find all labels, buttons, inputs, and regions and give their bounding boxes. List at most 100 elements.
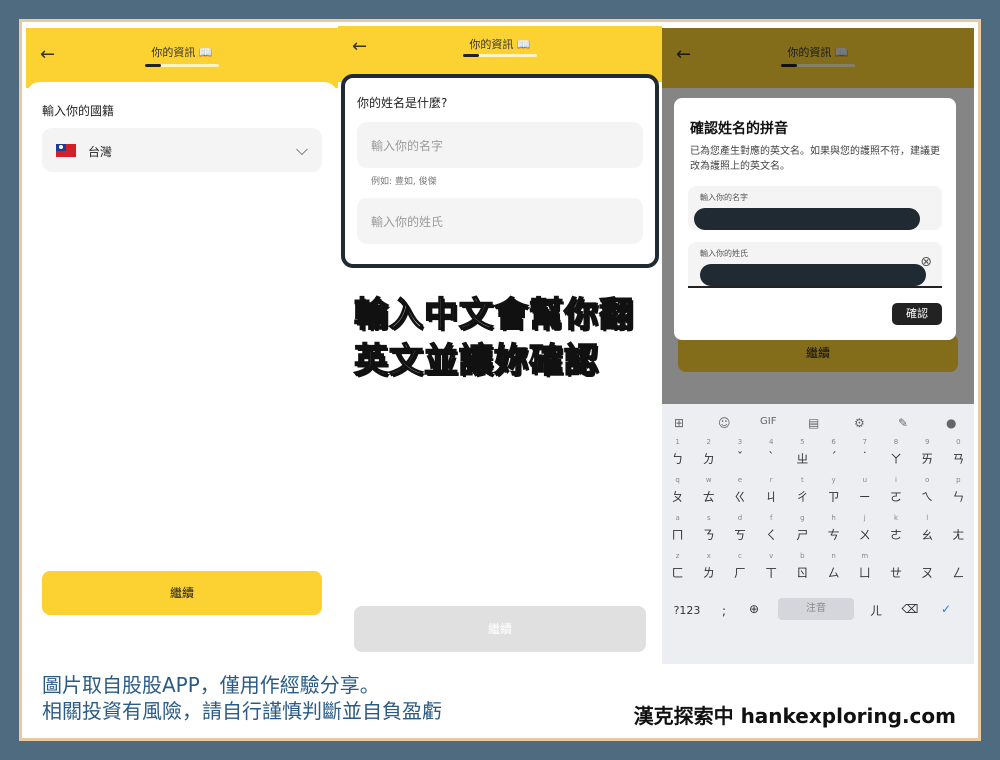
keyboard-key[interactable]: 5ㄓ bbox=[787, 438, 818, 480]
continue-button[interactable]: 繼續 bbox=[42, 571, 322, 615]
key-hint: 5 bbox=[800, 438, 805, 446]
clipboard-icon[interactable]: ▤ bbox=[808, 416, 819, 430]
key-symbol: ㄟ bbox=[921, 490, 934, 504]
keyboard-key[interactable]: sㄋ bbox=[693, 514, 724, 556]
clear-icon[interactable]: ⊗ bbox=[920, 254, 932, 270]
handwriting-icon[interactable]: ✎ bbox=[898, 416, 908, 430]
key-hint: c bbox=[738, 552, 742, 560]
keyboard-key[interactable]: nㄙ bbox=[818, 552, 849, 594]
keyboard-key[interactable]: 2ㄉ bbox=[693, 438, 724, 480]
keyboard-key[interactable]: 4ˋ bbox=[756, 438, 787, 480]
last-name-label: 輸入你的姓氏 bbox=[700, 249, 748, 258]
keyboard-key[interactable]: tㄔ bbox=[787, 476, 818, 518]
key-hint: s bbox=[706, 514, 711, 522]
key-symbol: ㄢ bbox=[952, 452, 965, 466]
keyboard-key[interactable]: oㄟ bbox=[912, 476, 943, 518]
keyboard-key[interactable]: 8ㄚ bbox=[880, 438, 911, 480]
keyboard-key[interactable]: mㄩ bbox=[849, 552, 880, 594]
erhua-key[interactable]: ㄦ bbox=[864, 602, 888, 632]
keyboard-key[interactable]: xㄌ bbox=[693, 552, 724, 594]
semicolon-key[interactable]: ; bbox=[714, 604, 734, 634]
key-hint: j bbox=[863, 514, 866, 522]
key-hint: i bbox=[895, 476, 897, 484]
enter-check-icon[interactable]: ✓ bbox=[934, 602, 958, 632]
key-hint: t bbox=[801, 476, 804, 484]
first-name-placeholder: 輸入你的名字 bbox=[371, 139, 444, 153]
keyboard-key[interactable]: 1ㄅ bbox=[662, 438, 693, 480]
key-symbol: ㄕ bbox=[796, 528, 809, 542]
keyboard-key[interactable]: yㄗ bbox=[818, 476, 849, 518]
header-title: 你的資訊 📖 bbox=[151, 46, 213, 59]
globe-icon[interactable]: ⊕ bbox=[744, 602, 764, 632]
keyboard-key[interactable]: hㄘ bbox=[818, 514, 849, 556]
dialog-first-name-field[interactable]: 輸入你的名字 bbox=[688, 186, 942, 230]
sticker-icon[interactable]: ☺ bbox=[718, 416, 731, 430]
keyboard-key[interactable]: pㄣ bbox=[943, 476, 974, 518]
space-key[interactable]: 注音 bbox=[778, 598, 854, 620]
key-symbol: ˊ bbox=[830, 450, 837, 464]
settings-gear-icon[interactable]: ⚙ bbox=[854, 416, 865, 430]
keyboard-key[interactable]: 3ˇ bbox=[724, 438, 755, 480]
keyboard-toolbar: ⊞ ☺ GIF ▤ ⚙ ✎ ● bbox=[662, 410, 974, 438]
continue-button-disabled[interactable]: 繼續 bbox=[354, 606, 646, 652]
keyboard-key[interactable]: iㄛ bbox=[880, 476, 911, 518]
key-symbol: ㄎ bbox=[733, 528, 746, 542]
keyboard-key[interactable]: jㄨ bbox=[849, 514, 880, 556]
keyboard-key[interactable]: ㄥ bbox=[943, 556, 974, 594]
dialog-last-name-field[interactable]: 輸入你的姓氏 ⊗ bbox=[688, 242, 942, 288]
keyboard-key[interactable]: lㄠ bbox=[912, 514, 943, 556]
keyboard-row: aㄇ sㄋ dㄎ fㄑ gㄕ hㄘ jㄨ kㄜ lㄠ ㄤ bbox=[662, 514, 974, 548]
keyboard-key[interactable]: cㄏ bbox=[724, 552, 755, 594]
key-symbol: ㄘ bbox=[827, 528, 840, 542]
keyboard-key[interactable]: kㄜ bbox=[880, 514, 911, 556]
keyboard-key[interactable]: fㄑ bbox=[756, 514, 787, 556]
key-hint: e bbox=[737, 476, 743, 484]
keyboard-key[interactable]: 9ㄞ bbox=[912, 438, 943, 480]
keyboard-key[interactable]: vㄒ bbox=[756, 552, 787, 594]
apps-grid-icon[interactable]: ⊞ bbox=[674, 416, 684, 430]
first-name-field[interactable]: 輸入你的名字 bbox=[357, 122, 643, 168]
keyboard-key[interactable]: wㄊ bbox=[693, 476, 724, 518]
key-hint: 3 bbox=[737, 438, 743, 446]
key-symbol: ㄖ bbox=[796, 566, 809, 580]
keyboard-key[interactable]: 0ㄢ bbox=[943, 438, 974, 480]
keyboard-key[interactable]: rㄐ bbox=[756, 476, 787, 518]
key-hint: 2 bbox=[706, 438, 712, 446]
keyboard-key[interactable]: bㄖ bbox=[787, 552, 818, 594]
keyboard-key[interactable]: zㄈ bbox=[662, 552, 693, 594]
keyboard-key[interactable]: ㄝ bbox=[880, 556, 911, 594]
name-card: 你的姓名是什麼? 輸入你的名字 例如: 豊如, 俊傑 輸入你的姓氏 bbox=[341, 74, 659, 268]
dialog-title: 確認姓名的拼音 bbox=[690, 121, 788, 137]
app-header: ← 你的資訊 📖 bbox=[26, 28, 338, 88]
last-name-placeholder: 輸入你的姓氏 bbox=[371, 215, 444, 229]
key-hint: q bbox=[675, 476, 680, 484]
brand-label: 漢克探索中 hankexploring.com bbox=[633, 704, 956, 728]
backspace-icon[interactable]: ⌫ bbox=[896, 602, 924, 632]
key-symbol: ˙ bbox=[861, 450, 868, 464]
key-symbol: ㄩ bbox=[858, 566, 871, 580]
last-name-field[interactable]: 輸入你的姓氏 bbox=[357, 198, 643, 244]
disclaimer: 圖片取自股股APP，僅用作經驗分享。 相關投資有風險，請自行謹慎判斷並自負盈虧 bbox=[42, 672, 442, 724]
microphone-icon[interactable]: ● bbox=[946, 416, 956, 430]
gif-icon[interactable]: GIF bbox=[760, 416, 776, 427]
keyboard-key[interactable]: gㄕ bbox=[787, 514, 818, 556]
key-symbol: ㄓ bbox=[796, 452, 809, 466]
key-symbol: ㄨ bbox=[858, 528, 871, 542]
keyboard-key[interactable]: 7 ˙ bbox=[849, 438, 880, 480]
keyboard-key[interactable]: ㄤ bbox=[943, 518, 974, 556]
keyboard-key[interactable]: qㄆ bbox=[662, 476, 693, 518]
chevron-down-icon: ⌵ bbox=[295, 140, 308, 159]
keyboard-key[interactable]: ㄡ bbox=[912, 556, 943, 594]
keyboard-key[interactable]: 6ˊ bbox=[818, 438, 849, 480]
confirm-button[interactable]: 確認 bbox=[892, 303, 942, 325]
key-hint: 7 bbox=[862, 438, 868, 446]
keyboard-key[interactable]: uㄧ bbox=[849, 476, 880, 518]
keyboard-key[interactable]: dㄎ bbox=[724, 514, 755, 556]
key-symbol: ㄧ bbox=[858, 490, 871, 504]
progress-bar bbox=[463, 54, 537, 57]
keyboard-key[interactable]: eㄍ bbox=[724, 476, 755, 518]
numbers-key[interactable]: ?123 bbox=[670, 604, 704, 634]
keyboard-key[interactable]: aㄇ bbox=[662, 514, 693, 556]
key-hint: 4 bbox=[768, 438, 774, 446]
nationality-select[interactable]: 台灣 ⌵ bbox=[42, 128, 322, 172]
